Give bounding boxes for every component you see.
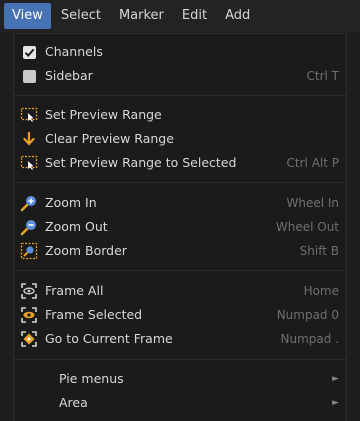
menu-item-area[interactable]: Area ►: [14, 391, 346, 414]
checkbox-unchecked-icon[interactable]: [20, 67, 38, 85]
view-dropdown-menu: Channels Sidebar Ctrl T Set Preview Rang…: [13, 33, 347, 421]
menu-view[interactable]: View: [4, 3, 51, 29]
menu-item-label: Zoom Border: [45, 243, 127, 258]
separator: [14, 182, 346, 183]
menu-item-channels[interactable]: Channels: [14, 40, 346, 63]
shortcut-label: Home: [303, 283, 339, 298]
frame-all-icon: [20, 282, 38, 300]
submenu-arrow-icon: ►: [332, 373, 339, 384]
menu-item-label: Frame Selected: [45, 307, 143, 322]
submenu-arrow-icon: ►: [332, 397, 339, 408]
zoom-in-icon: [20, 194, 38, 212]
preview-range-icon: [20, 154, 38, 172]
menu-item-label: Area: [59, 395, 88, 410]
shortcut-label: Wheel In: [286, 195, 339, 210]
menu-marker[interactable]: Marker: [111, 3, 172, 29]
menu-item-pie-menus[interactable]: Pie menus ►: [14, 367, 346, 390]
shortcut-label: Numpad 0: [276, 307, 339, 322]
shortcut-label: Wheel Out: [275, 219, 339, 234]
zoom-out-icon: [20, 218, 38, 236]
menu-item-zoom-in[interactable]: Zoom In Wheel In: [14, 191, 346, 214]
preview-range-icon: [20, 106, 38, 124]
menu-item-frame-selected[interactable]: Frame Selected Numpad 0: [14, 303, 346, 326]
separator: [14, 95, 346, 96]
menu-item-label: Set Preview Range to Selected: [45, 155, 237, 170]
menu-item-label: Go to Current Frame: [45, 331, 173, 346]
menu-item-label: Zoom In: [45, 195, 97, 210]
menu-item-label: Pie menus: [59, 371, 124, 386]
menu-item-frame-all[interactable]: Frame All Home: [14, 279, 346, 302]
shortcut-label: Ctrl Alt P: [286, 155, 339, 170]
menu-select[interactable]: Select: [53, 3, 109, 29]
menu-item-label: Clear Preview Range: [45, 131, 174, 146]
current-frame-icon: [20, 330, 38, 348]
separator: [14, 359, 346, 360]
shortcut-label: Ctrl T: [306, 68, 340, 83]
menu-item-label: Frame All: [45, 283, 104, 298]
shortcut-label: Shift B: [299, 243, 339, 258]
menu-edit[interactable]: Edit: [174, 3, 215, 29]
menu-item-label: Zoom Out: [45, 219, 108, 234]
menu-bar: View Select Marker Edit Add: [0, 0, 360, 32]
menu-item-zoom-border[interactable]: Zoom Border Shift B: [14, 239, 346, 262]
separator: [14, 270, 346, 271]
menu-item-set-preview-range-selected[interactable]: Set Preview Range to Selected Ctrl Alt P: [14, 151, 346, 174]
menu-item-sidebar[interactable]: Sidebar Ctrl T: [14, 64, 346, 87]
menu-item-zoom-out[interactable]: Zoom Out Wheel Out: [14, 215, 346, 238]
zoom-border-icon: [20, 242, 38, 260]
menu-item-clear-preview-range[interactable]: Clear Preview Range: [14, 127, 346, 150]
frame-selected-icon: [20, 306, 38, 324]
shortcut-label: Numpad .: [280, 331, 340, 346]
checkbox-checked-icon[interactable]: [20, 43, 38, 61]
menu-item-go-to-current-frame[interactable]: Go to Current Frame Numpad .: [14, 327, 346, 350]
menu-item-label: Sidebar: [45, 68, 93, 83]
menu-item-label: Channels: [45, 44, 103, 59]
menu-add[interactable]: Add: [217, 3, 258, 29]
menu-item-label: Set Preview Range: [45, 107, 162, 122]
menu-item-set-preview-range[interactable]: Set Preview Range: [14, 103, 346, 126]
arrow-down-icon: [20, 130, 38, 148]
